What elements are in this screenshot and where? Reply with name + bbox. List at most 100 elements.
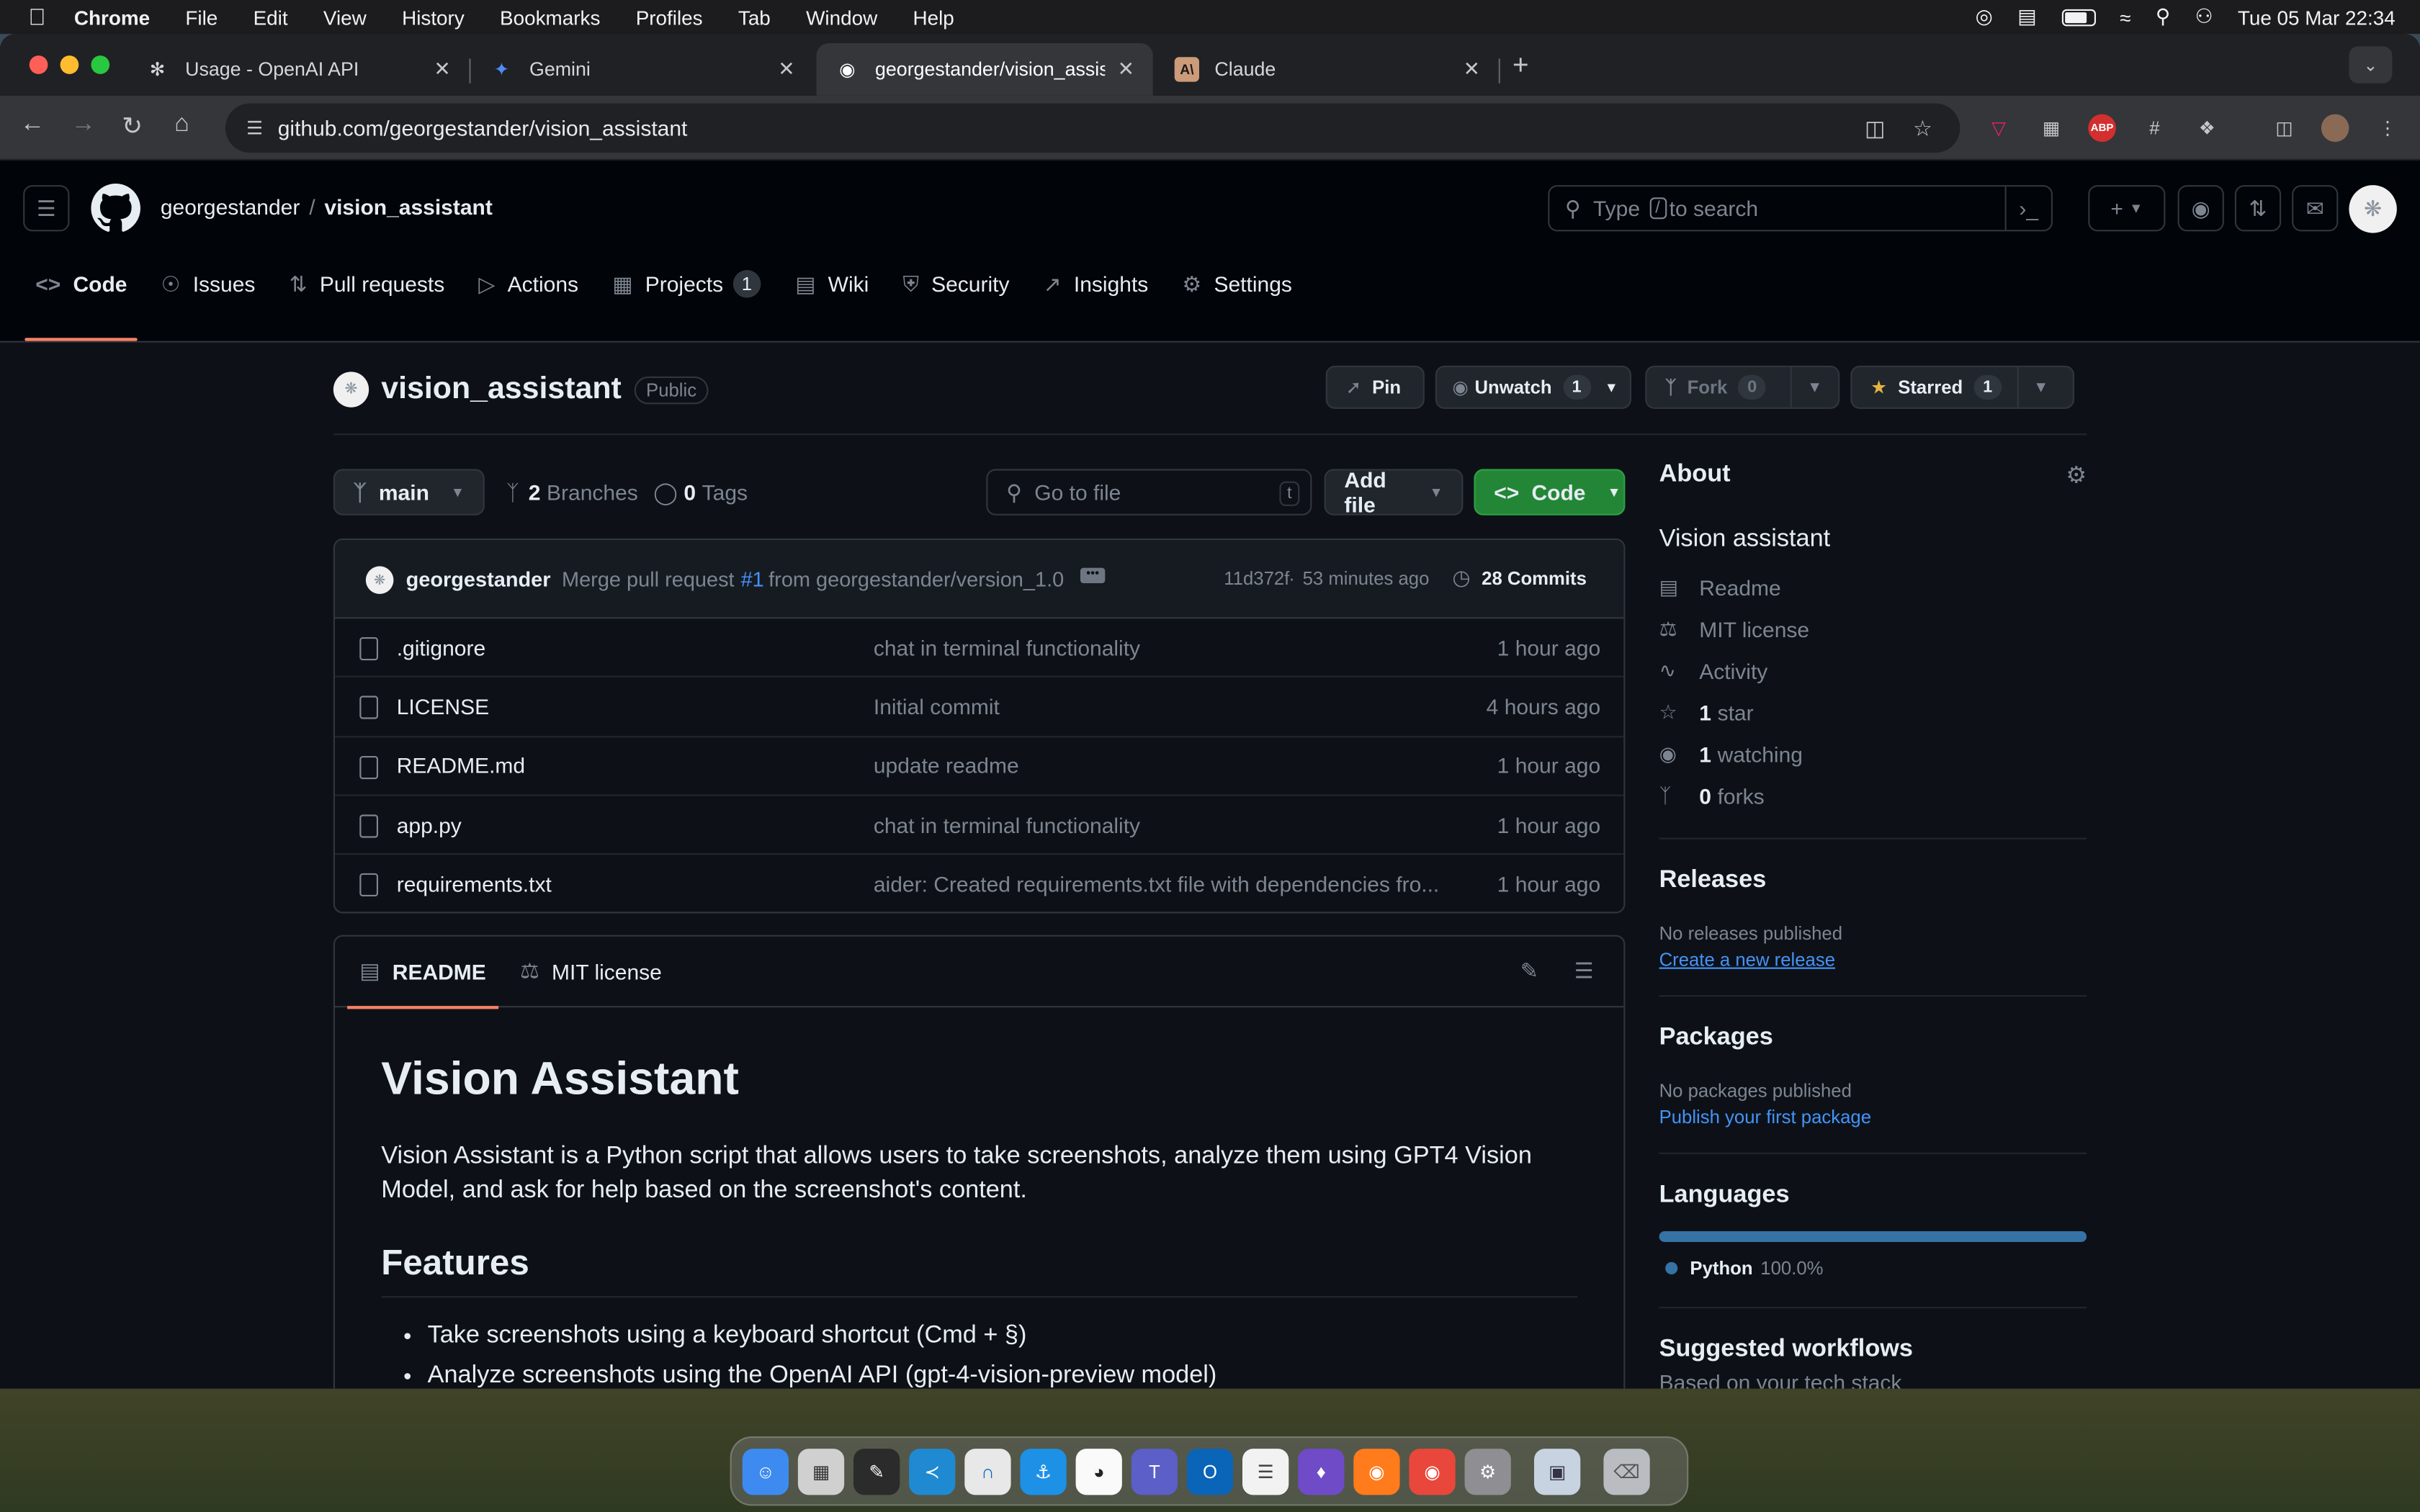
screen-capture-icon[interactable]: ▣ <box>1534 1448 1581 1495</box>
global-search-input[interactable]: ⚲ Type / to search ›_ <box>1548 185 2053 232</box>
side-panel-icon[interactable]: ◫ <box>2270 114 2298 143</box>
file-commit-message[interactable]: update readme <box>874 753 1445 778</box>
chrome-menu-kebab-icon[interactable]: ⋮ <box>2374 114 2402 143</box>
textedit-icon[interactable]: ☰ <box>1242 1448 1289 1495</box>
docker-icon[interactable]: ⚓ <box>1020 1448 1067 1495</box>
firefox-icon[interactable]: ◉ <box>1353 1448 1400 1495</box>
commit-message-pre[interactable]: Merge pull request <box>562 567 735 590</box>
tab-mit-license[interactable]: ⚖ MIT license <box>508 937 674 1007</box>
menu-view[interactable]: View <box>323 6 367 29</box>
tags-count[interactable]: 0 <box>684 480 696 504</box>
branches-link[interactable]: Branches <box>547 480 638 504</box>
breadcrumb-owner[interactable]: georgestander <box>161 194 300 219</box>
breadcrumb-repo[interactable]: vision_assistant <box>324 194 492 219</box>
adblock-plus-icon[interactable]: ABP <box>2088 114 2116 143</box>
tab-settings[interactable]: ⚙ Settings <box>1165 247 1309 321</box>
pocket-extension-icon[interactable]: ▽ <box>1985 114 2013 143</box>
menu-bookmarks[interactable]: Bookmarks <box>500 6 600 29</box>
repo-name[interactable]: vision_assistant <box>381 372 621 407</box>
close-tab-icon[interactable]: ✕ <box>434 57 450 81</box>
tab-readme[interactable]: ▤ README <box>347 937 498 1009</box>
branches-count[interactable]: 2 <box>529 480 541 504</box>
issues-button[interactable]: ◉ <box>2177 185 2224 232</box>
tab-pull-requests[interactable]: ⇅ Pull requests <box>272 247 462 321</box>
address-url[interactable]: github.com/georgestander/vision_assistan… <box>278 116 1865 140</box>
outlook-icon[interactable]: O <box>1186 1448 1234 1495</box>
back-arrow-icon[interactable]: ← <box>20 111 45 139</box>
commit-message-post[interactable]: from georgestander/version_1.0 <box>768 567 1064 590</box>
commit-pr-link[interactable]: #1 <box>741 567 764 590</box>
battery-icon[interactable] <box>2061 8 2095 26</box>
sleep-icon[interactable]: ▤ <box>2017 4 2036 29</box>
file-row[interactable]: requirements.txt aider: Created requireme… <box>335 855 1623 912</box>
publish-package-link[interactable]: Publish your first package <box>1659 1106 2087 1128</box>
license-link[interactable]: ⚖ MIT license <box>1659 608 2087 649</box>
tab-code[interactable]: <> Code <box>19 247 144 341</box>
starred-button[interactable]: ★ Starred 1 ▼ <box>1850 365 2074 409</box>
language-python[interactable]: Python 100.0% <box>1659 1257 2087 1279</box>
create-new-button[interactable]: + ▼ <box>2088 185 2166 232</box>
close-tab-icon[interactable]: ✕ <box>1118 57 1134 81</box>
inbox-button[interactable]: ✉ <box>2292 185 2339 232</box>
tab-openai-usage[interactable]: ✻ Usage - OpenAI API ✕ <box>127 43 470 96</box>
pin-button[interactable]: ➚ Pin <box>1325 365 1425 409</box>
activity-link[interactable]: ∿ Activity <box>1659 649 2087 691</box>
close-tab-icon[interactable]: ✕ <box>1464 57 1480 81</box>
gear-icon[interactable]: ⚙ <box>2066 462 2087 489</box>
user-avatar[interactable]: ❋ <box>2349 185 2397 233</box>
stars-link[interactable]: ☆ 1 star <box>1659 691 2087 733</box>
tab-issues[interactable]: ☉ Issues <box>144 247 272 321</box>
apple-icon[interactable]:  <box>0 4 74 30</box>
finder-icon[interactable]: ☺ <box>742 1448 789 1495</box>
go-to-file-input[interactable]: ⚲ Go to file t <box>986 469 1312 516</box>
file-name[interactable]: requirements.txt <box>397 872 552 896</box>
launchpad-icon[interactable]: ▦ <box>797 1448 845 1495</box>
extension-square-icon[interactable]: ▦ <box>2038 114 2066 143</box>
file-row[interactable]: app.py chat in terminal functionality 1 ho… <box>335 796 1624 855</box>
chevron-down-icon[interactable]: ▼ <box>2017 366 2063 408</box>
edit-pencil-icon[interactable]: ✎ <box>1520 958 1538 984</box>
new-tab-plus-icon[interactable]: + <box>1512 50 1529 82</box>
releases-title[interactable]: Releases <box>1659 867 2087 895</box>
extensions-puzzle-icon[interactable]: ❖ <box>2193 114 2221 143</box>
tab-gemini[interactable]: ✦ Gemini ✕ <box>471 43 814 96</box>
file-name[interactable]: app.py <box>397 812 462 837</box>
close-window-icon[interactable] <box>29 55 48 74</box>
menu-history[interactable]: History <box>402 6 465 29</box>
menu-edit[interactable]: Edit <box>254 6 288 29</box>
file-row[interactable]: .gitignore chat in terminal functionality… <box>335 618 1624 678</box>
tab-security[interactable]: ⛨ Security <box>886 247 1026 321</box>
menu-tab[interactable]: Tab <box>738 6 771 29</box>
script-editor-icon[interactable]: ✎ <box>853 1448 900 1495</box>
menu-app-name[interactable]: Chrome <box>74 6 150 29</box>
obsidian-icon[interactable]: ♦ <box>1298 1448 1345 1495</box>
commit-sha[interactable]: 11d372f <box>1224 568 1289 590</box>
menu-file[interactable]: File <box>185 6 218 29</box>
microphone-icon[interactable]: ◎ <box>1976 4 1993 29</box>
tab-actions[interactable]: ▷ Actions <box>462 247 596 321</box>
spotlight-search-icon[interactable]: ⚲ <box>2156 4 2170 29</box>
minimize-window-icon[interactable] <box>60 55 79 74</box>
commit-author-avatar[interactable]: ❋ <box>365 566 394 594</box>
readme-link[interactable]: ▤ Readme <box>1659 566 2087 608</box>
home-icon[interactable]: ⌂ <box>174 111 189 139</box>
code-clone-button[interactable]: <> Code ▼ <box>1474 469 1626 516</box>
trash-icon[interactable]: ⌫ <box>1603 1448 1650 1495</box>
tags-link[interactable]: Tags <box>702 480 748 504</box>
branch-select-button[interactable]: ᛉ main ▼ <box>333 469 485 516</box>
github-logo-icon[interactable] <box>91 183 140 233</box>
tab-projects[interactable]: ▦ Projects 1 <box>596 247 779 321</box>
tab-insights[interactable]: ↗ Insights <box>1026 247 1165 321</box>
menu-profiles[interactable]: Profiles <box>636 6 703 29</box>
file-name[interactable]: README.md <box>397 753 525 778</box>
chevron-down-icon[interactable]: ▼ <box>1791 366 1837 408</box>
ollama-icon[interactable]: ◕ <box>1075 1448 1122 1495</box>
site-settings-icon[interactable]: ☰ <box>231 117 277 139</box>
profile-avatar[interactable] <box>2321 114 2349 143</box>
teams-icon[interactable]: T <box>1131 1448 1178 1495</box>
close-tab-icon[interactable]: ✕ <box>778 57 794 81</box>
address-bar[interactable]: ☰ github.com/georgestander/vision_assist… <box>225 103 1960 153</box>
file-commit-message[interactable]: chat in terminal functionality <box>874 812 1445 837</box>
create-release-link[interactable]: Create a new release <box>1659 949 2087 971</box>
chrome-icon[interactable]: ◉ <box>1409 1448 1456 1495</box>
